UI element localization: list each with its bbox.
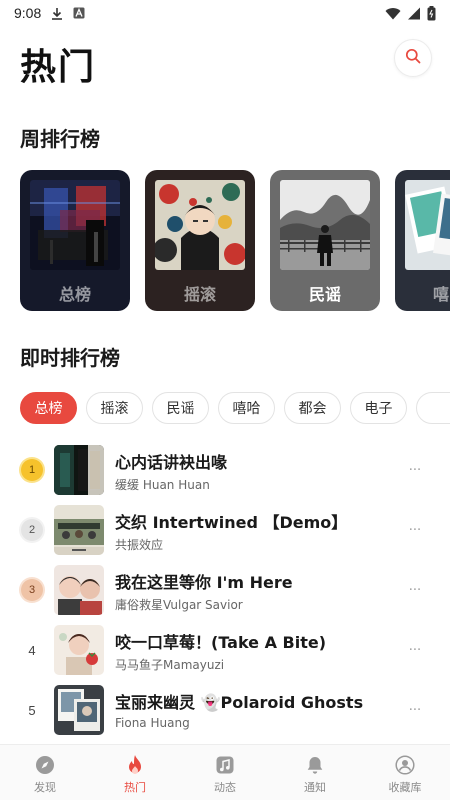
track-title: 我在这里等你 I'm Here: [115, 573, 293, 592]
weekly-card-label: 摇滚: [183, 285, 216, 304]
chip-overall[interactable]: 总榜: [20, 392, 77, 424]
wifi-icon: [385, 7, 401, 20]
weekly-card-label: 民谣: [308, 285, 341, 304]
track-row[interactable]: 3 我在这里等你 I'm Here 庸俗救星Vulgar Savior ···: [0, 564, 450, 616]
track-cover: [54, 565, 104, 615]
fire-icon: [124, 754, 146, 776]
weekly-card-folk[interactable]: 民谣: [270, 170, 380, 311]
battery-icon: [427, 5, 436, 21]
chip-more[interactable]: [416, 392, 450, 424]
nav-label: 发现: [34, 781, 56, 794]
download-icon: [51, 7, 63, 20]
weekly-chart-list: 总榜 摇滚 民谣 嘻: [20, 170, 450, 312]
track-title: 咬一口草莓！(Take A Bite): [115, 633, 327, 652]
nav-notifications[interactable]: 通知: [270, 745, 360, 800]
weekly-card-hiphop[interactable]: 嘻: [395, 170, 450, 311]
track-row[interactable]: 5 宝丽来幽灵 👻Polaroid Ghosts Fiona Huang ···: [0, 684, 450, 736]
track-artist: 缓缓 Huan Huan: [115, 478, 210, 492]
weekly-card-cover: [155, 180, 245, 270]
nav-label: 收藏库: [388, 781, 422, 794]
weekly-card-label: 嘻: [433, 285, 450, 304]
music-note-icon: [214, 754, 236, 776]
rank-number: 5: [28, 702, 36, 718]
search-button[interactable]: [394, 39, 432, 77]
nav-hot[interactable]: 热门: [90, 745, 180, 800]
weekly-card-cover: [30, 180, 120, 270]
chip-hiphop[interactable]: 嘻哈: [218, 392, 275, 424]
bottom-nav: 发现 热门 动态 通知 收藏库: [0, 744, 450, 800]
rank-badge: 1: [21, 459, 43, 481]
signal-icon: [407, 7, 421, 20]
track-cover: [54, 445, 104, 495]
chip-rock[interactable]: 摇滚: [86, 392, 143, 424]
nav-discover[interactable]: 发现: [0, 745, 90, 800]
nav-library[interactable]: 收藏库: [360, 745, 450, 800]
track-row[interactable]: 1 心内话讲袂出喙 缓缓 Huan Huan ···: [0, 444, 450, 496]
more-options-button[interactable]: ···: [404, 460, 426, 480]
user-circle-icon: [394, 754, 416, 776]
track-artist: Fiona Huang: [115, 716, 190, 730]
more-options-button[interactable]: ···: [404, 580, 426, 600]
weekly-section-title: 周排行榜: [20, 127, 100, 151]
track-artist: 马马鱼子Mamayuzi: [115, 658, 225, 672]
rank-badge: 2: [21, 519, 43, 541]
status-bar: 9:08: [0, 0, 450, 26]
rank-badge: 3: [21, 579, 43, 601]
chip-electronic[interactable]: 电子: [350, 392, 407, 424]
track-title: 心内话讲袂出喙: [115, 453, 228, 472]
compass-icon: [34, 754, 56, 776]
chip-urban[interactable]: 都会: [284, 392, 341, 424]
more-options-button[interactable]: ···: [404, 520, 426, 540]
track-cover: [54, 505, 104, 555]
weekly-card-overall[interactable]: 总榜: [20, 170, 130, 311]
track-title: 交织 Intertwined 【Demo】: [115, 513, 348, 532]
nav-label: 动态: [214, 781, 236, 794]
track-row[interactable]: 2 交织 Intertwined 【Demo】 共振效应 ···: [0, 504, 450, 556]
weekly-card-cover: [405, 180, 450, 270]
nav-label: 热门: [124, 781, 146, 794]
nav-label: 通知: [304, 781, 326, 794]
track-title: 宝丽来幽灵 👻Polaroid Ghosts: [115, 693, 364, 712]
bell-icon: [304, 754, 326, 776]
more-options-button[interactable]: ···: [404, 640, 426, 660]
weekly-card-rock[interactable]: 摇滚: [145, 170, 255, 311]
search-icon: [405, 48, 421, 68]
more-options-button[interactable]: ···: [404, 700, 426, 720]
page-title: 热门: [20, 47, 97, 88]
track-cover: [54, 685, 104, 735]
weekly-card-cover: [280, 180, 370, 270]
chip-folk[interactable]: 民谣: [152, 392, 209, 424]
status-time: 9:08: [14, 5, 42, 21]
weekly-card-label: 总榜: [58, 285, 91, 304]
nav-feed[interactable]: 动态: [180, 745, 270, 800]
rank-number: 4: [28, 642, 36, 658]
track-artist: 共振效应: [115, 538, 164, 552]
realtime-section-title: 即时排行榜: [20, 346, 120, 370]
font-a-icon: [73, 7, 85, 19]
track-cover: [54, 625, 104, 675]
track-artist: 庸俗救星Vulgar Savior: [115, 598, 243, 612]
track-row[interactable]: 4 咬一口草莓！(Take A Bite) 马马鱼子Mamayuzi ···: [0, 624, 450, 676]
genre-filter-chips: 总榜 摇滚 民谣 嘻哈 都会 电子: [20, 392, 450, 426]
